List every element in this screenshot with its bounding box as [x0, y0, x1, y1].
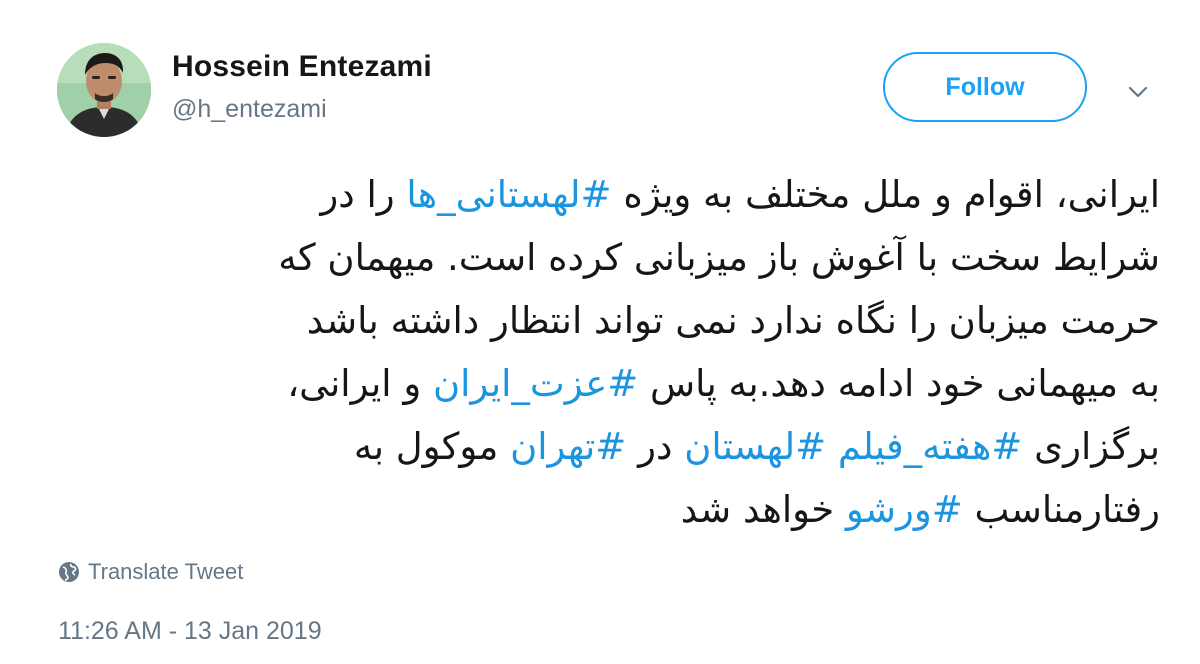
chevron-down-icon[interactable]	[1124, 78, 1152, 106]
author-display-name[interactable]: Hossein Entezami	[172, 50, 432, 84]
tweet-line: به میهمانی خود ادامه دهد.به پاس #عزت_ایر…	[50, 352, 1160, 415]
tweet-line: شرایط سخت با آغوش باز میزبانی کرده است. …	[50, 226, 1160, 289]
tweet-timestamp[interactable]: 11:26 AM - 13 Jan 2019	[58, 617, 322, 646]
hashtag-link[interactable]: #لهستان	[684, 425, 826, 468]
tweet-text-segment: رفتارمناسب	[962, 488, 1160, 531]
translate-tweet-label: Translate Tweet	[88, 559, 244, 584]
tweet-line: رفتارمناسب #ورشو خواهد شد	[50, 478, 1160, 541]
tweet-text-segment: شرایط سخت با آغوش باز میزبانی کرده است. …	[278, 236, 1160, 279]
hashtag-link[interactable]: #هفته_فیلم	[838, 425, 1022, 468]
tweet-text-segment: و ایرانی،	[287, 362, 433, 405]
tweet-text-segment: حرمت میزبان را نگاه ندارد نمی تواند انتظ…	[306, 299, 1160, 342]
tweet-text-segment: خواهد شد	[680, 488, 846, 531]
hashtag-link[interactable]: #ورشو	[846, 488, 963, 531]
tweet-line: حرمت میزبان را نگاه ندارد نمی تواند انتظ…	[50, 289, 1160, 352]
hashtag-link[interactable]: #عزت_ایران	[433, 362, 638, 405]
hashtag-link[interactable]: #لهستانی_ها	[406, 173, 611, 216]
tweet-line: ایرانی، اقوام و ملل مختلف به ویژه #لهستا…	[50, 163, 1160, 226]
translate-tweet-link[interactable]: Translate Tweet	[58, 559, 243, 585]
tweet-text-segment: را در	[320, 173, 407, 216]
author-handle[interactable]: @h_entezami	[172, 95, 327, 124]
tweet-line: برگزاری #هفته_فیلم #لهستان در #تهران موک…	[50, 415, 1160, 478]
tweet-text-segment: در	[626, 425, 685, 468]
tweet-text-segment: موکول به	[353, 425, 511, 468]
globe-icon	[58, 561, 80, 583]
tweet-text-segment: به میهمانی خود ادامه دهد.به پاس	[638, 362, 1160, 405]
tweet-text-segment: ایرانی، اقوام و ملل مختلف به ویژه	[611, 173, 1160, 216]
tweet-text-segment: برگزاری	[1022, 425, 1160, 468]
profile-photo	[57, 43, 151, 137]
avatar[interactable]	[57, 43, 151, 137]
tweet-text-segment	[826, 425, 838, 468]
hashtag-link[interactable]: #تهران	[510, 425, 626, 468]
follow-button[interactable]: Follow	[883, 52, 1087, 122]
tweet-text: ایرانی، اقوام و ملل مختلف به ویژه #لهستا…	[50, 163, 1160, 541]
